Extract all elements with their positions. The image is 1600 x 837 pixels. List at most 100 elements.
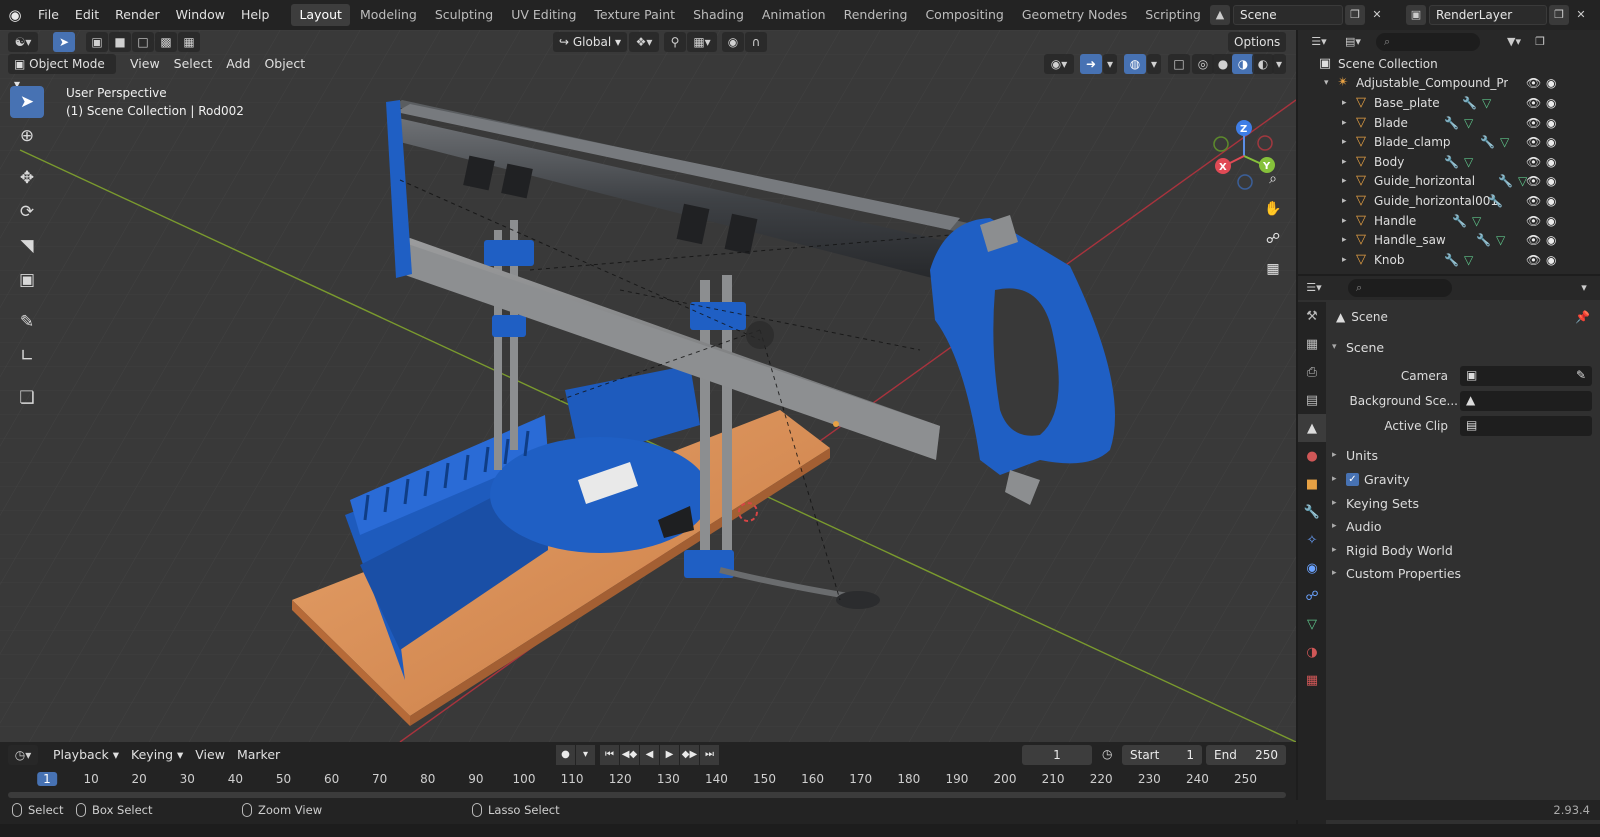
- render-camera-icon[interactable]: ◉: [1546, 194, 1556, 208]
- record-icon[interactable]: ●: [556, 745, 575, 765]
- tool-tab-icon[interactable]: ⚒: [1298, 302, 1326, 330]
- keying-sets-panel[interactable]: ▸ Keying Sets: [1332, 492, 1419, 514]
- render-camera-icon[interactable]: ◉: [1546, 76, 1556, 90]
- tab-compositing[interactable]: Compositing: [917, 4, 1011, 26]
- render-camera-icon[interactable]: ◉: [1546, 116, 1556, 130]
- visibility-eye-icon[interactable]: 👁: [1526, 76, 1541, 90]
- expand-icon[interactable]: ▸: [1342, 157, 1354, 167]
- expand-icon[interactable]: ▸: [1342, 255, 1354, 265]
- modifier-icon[interactable]: 🔧: [1498, 174, 1513, 188]
- world-tab-icon[interactable]: ●: [1298, 442, 1326, 470]
- modifier-icon[interactable]: 🔧: [1488, 194, 1503, 208]
- cursor-tool-icon[interactable]: ⊕: [10, 120, 44, 152]
- marker-menu[interactable]: Marker: [231, 745, 286, 765]
- visibility-eye-icon[interactable]: 👁: [1526, 135, 1541, 149]
- outliner-search-input[interactable]: ⌕: [1376, 33, 1480, 51]
- jump-end-icon[interactable]: ⏭: [700, 745, 719, 765]
- tab-modeling[interactable]: Modeling: [352, 4, 425, 26]
- gizmo-dropdown-icon[interactable]: ▾: [1103, 54, 1117, 74]
- custom-properties-panel[interactable]: ▸ Custom Properties: [1332, 562, 1461, 584]
- modifier-icon[interactable]: 🔧: [1452, 214, 1467, 228]
- menu-file[interactable]: File: [30, 4, 67, 26]
- visibility-filter-icon[interactable]: ◉▾: [1044, 54, 1074, 74]
- snap-toggle-icon[interactable]: ⚲: [664, 32, 686, 52]
- pin-icon[interactable]: 📌: [1575, 310, 1590, 324]
- remove-scene-icon[interactable]: ✕: [1367, 5, 1387, 25]
- show-overlays-icon[interactable]: ◍: [1124, 54, 1146, 74]
- menu-object[interactable]: Object: [258, 54, 311, 74]
- outliner-object-row[interactable]: ▸ ▽ Body 🔧 ▽ 👁 ◉: [1298, 152, 1600, 172]
- timeline-editor-type-icon[interactable]: ◷▾: [8, 745, 38, 765]
- menu-select[interactable]: Select: [168, 54, 219, 74]
- eyedropper-icon[interactable]: ✎: [1576, 368, 1586, 382]
- transform-tool-icon[interactable]: ▣: [10, 264, 44, 296]
- outliner-object-row[interactable]: ▸ ▽ Guide_horizontal001 🔧 👁 ◉: [1298, 191, 1600, 211]
- camera-view-icon[interactable]: ☍: [1260, 226, 1286, 252]
- camera-field[interactable]: ▣ ✎: [1460, 366, 1592, 386]
- remove-layer-icon[interactable]: ✕: [1571, 5, 1591, 25]
- render-camera-icon[interactable]: ◉: [1546, 174, 1556, 188]
- outliner-object-row[interactable]: ▸ ▽ Base_plate 🔧 ▽ 👁 ◉: [1298, 93, 1600, 113]
- tab-uv-editing[interactable]: UV Editing: [503, 4, 584, 26]
- render-camera-icon[interactable]: ◉: [1546, 155, 1556, 169]
- timeline-scrollbar[interactable]: [8, 792, 1286, 798]
- current-frame-marker[interactable]: 1: [37, 772, 57, 786]
- frame-ruler[interactable]: 1 10 20 30 40 50 60 70 80 90 100 110 120 130 140 150 160…: [0, 768, 1296, 790]
- pan-hand-icon[interactable]: ✋: [1260, 196, 1286, 222]
- next-keyframe-icon[interactable]: ◆▶: [680, 745, 699, 765]
- mesh-data-icon[interactable]: ▽: [1496, 233, 1505, 247]
- menu-render[interactable]: Render: [107, 4, 168, 26]
- select-cursor-icon[interactable]: ➤: [53, 32, 75, 52]
- background-scene-field[interactable]: ▲: [1460, 391, 1592, 411]
- visibility-eye-icon[interactable]: 👁: [1526, 194, 1541, 208]
- expand-icon[interactable]: ▾: [1324, 78, 1336, 88]
- overlays-dropdown-icon[interactable]: ▾: [1147, 54, 1161, 74]
- audio-panel[interactable]: ▸ Audio: [1332, 515, 1382, 537]
- units-panel[interactable]: ▸ Units: [1332, 444, 1378, 466]
- tab-geometry-nodes[interactable]: Geometry Nodes: [1014, 4, 1135, 26]
- menu-add[interactable]: Add: [220, 54, 256, 74]
- view-layer-tab-icon[interactable]: ▤: [1298, 386, 1326, 414]
- tab-animation[interactable]: Animation: [754, 4, 834, 26]
- modifier-icon[interactable]: 🔧: [1462, 96, 1477, 110]
- particles-tab-icon[interactable]: ✧: [1298, 526, 1326, 554]
- outliner-object-row[interactable]: ▸ ▽ Blade_clamp 🔧 ▽ 👁 ◉: [1298, 132, 1600, 152]
- tab-texture-paint[interactable]: Texture Paint: [586, 4, 683, 26]
- modifier-icon[interactable]: 🔧: [1444, 116, 1459, 130]
- jump-start-icon[interactable]: ⏮: [600, 745, 619, 765]
- play-icon[interactable]: ▶: [660, 745, 679, 765]
- material-tab-icon[interactable]: ◑: [1298, 638, 1326, 666]
- move-tool-icon[interactable]: ✥: [10, 162, 44, 194]
- scene-collection-row[interactable]: ▣ Scene Collection: [1298, 54, 1600, 74]
- expand-icon[interactable]: ▸: [1342, 235, 1354, 245]
- filter-icon[interactable]: ▼▾: [1500, 32, 1528, 52]
- select-new-icon[interactable]: ▣: [86, 32, 108, 52]
- copy-layer-icon[interactable]: ❐: [1549, 5, 1569, 25]
- preview-range-icon[interactable]: ◷: [1102, 747, 1112, 761]
- modifier-icon[interactable]: 🔧: [1444, 253, 1459, 267]
- modifier-icon[interactable]: 🔧: [1444, 155, 1459, 169]
- scene-icon[interactable]: ▲: [1210, 5, 1230, 25]
- prev-keyframe-icon[interactable]: ◀◆: [620, 745, 639, 765]
- visibility-eye-icon[interactable]: 👁: [1526, 214, 1541, 228]
- pivot-point-icon[interactable]: ❖▾: [629, 32, 659, 52]
- editor-type-icon[interactable]: ☯▾: [8, 32, 38, 52]
- select-subtract-icon[interactable]: □: [132, 32, 154, 52]
- mesh-data-icon[interactable]: ▽: [1472, 214, 1481, 228]
- outliner-object-row[interactable]: ▸ ▽ Guide_horizontal 🔧 ▽ 👁 ◉: [1298, 172, 1600, 192]
- view-layer-icon[interactable]: ▣: [1406, 5, 1426, 25]
- perspective-toggle-icon[interactable]: ▦: [1260, 256, 1286, 282]
- display-mode-icon[interactable]: ▤▾: [1340, 32, 1366, 52]
- render-camera-icon[interactable]: ◉: [1546, 214, 1556, 228]
- mesh-data-icon[interactable]: ▽: [1464, 116, 1473, 130]
- rotate-tool-icon[interactable]: ⟳: [10, 196, 44, 228]
- menu-help[interactable]: Help: [233, 4, 278, 26]
- zoom-icon[interactable]: ⌕: [1260, 166, 1286, 192]
- visibility-eye-icon[interactable]: 👁: [1526, 174, 1541, 188]
- annotate-tool-icon[interactable]: ✎: [10, 306, 44, 338]
- tab-shading[interactable]: Shading: [685, 4, 752, 26]
- select-intersect-icon[interactable]: ▦: [178, 32, 200, 52]
- view-layer-field[interactable]: RenderLayer: [1429, 5, 1547, 25]
- 3d-viewport[interactable]: Z Y X ☯▾ ➤ ▣ ■ □ ▩ ▦ ↪ Global ▾ ❖▾ ⚲ ▦▾ …: [0, 30, 1296, 742]
- options-dropdown[interactable]: Options ▾: [1228, 32, 1287, 69]
